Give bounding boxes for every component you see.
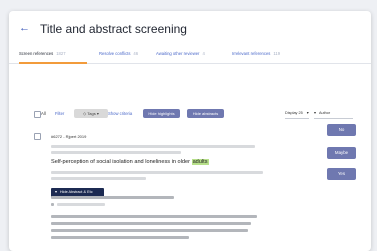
hide-abstracts-button[interactable]: Hide abstracts [187, 109, 224, 118]
tab-label: Resolve conflicts [99, 51, 131, 56]
tab-count: 46 [133, 51, 139, 56]
abstract-line [51, 236, 189, 239]
display-count-select[interactable]: Display 25 ▾ [285, 111, 309, 116]
sort-select[interactable]: ▾ Author [314, 111, 331, 116]
include-yes-button[interactable]: Yes [327, 168, 356, 180]
reference-title: Self-perception of social isolation and … [51, 159, 209, 166]
tab-count: 119 [273, 51, 281, 56]
exclude-no-button[interactable]: No [327, 124, 356, 136]
reference-toolbar: All Filter ◇ Tags ▾ Show criteria Hide h… [9, 109, 371, 120]
chevron-down-icon: ▾ [96, 111, 99, 116]
keyword-highlight: adults [191, 159, 209, 165]
select-all-checkbox[interactable] [34, 111, 41, 118]
abstract-line [51, 229, 248, 232]
tag-icon: ◇ [83, 111, 87, 116]
tab-label: Screen references [19, 51, 54, 56]
chevron-down-icon: ▾ [314, 111, 316, 115]
tags-label: Tags [87, 111, 96, 116]
back-arrow-icon[interactable]: ← [19, 23, 30, 34]
tab-resolve-conflicts[interactable]: Resolve conflicts 46 [99, 51, 139, 56]
abstract-heading-line [51, 196, 174, 199]
tab-label: Awaiting other reviewer [156, 51, 200, 56]
filter-button[interactable]: Filter [55, 111, 64, 116]
active-tab-indicator [19, 62, 87, 64]
page-header: ← Title and abstract screening [9, 11, 371, 47]
tab-count: 4 [202, 51, 205, 56]
metadata-line [51, 171, 263, 174]
authors-line [51, 145, 255, 148]
display-count-value: Display 25 [285, 111, 303, 115]
tab-awaiting-other-reviewer[interactable]: Awaiting other reviewer 4 [156, 51, 205, 56]
reference-checkbox[interactable] [34, 133, 41, 140]
metadata-line [51, 177, 146, 180]
screening-card: ← Title and abstract screening Screen re… [9, 11, 371, 251]
abstract-line [51, 222, 251, 225]
tab-irrelevant-references[interactable]: Irrelevant references 119 [232, 51, 281, 56]
abstract-marker [51, 203, 54, 206]
tab-label: Irrelevant references [232, 51, 271, 56]
select-all-label: All [41, 111, 46, 116]
abstract-line [51, 215, 257, 218]
abstract-line [57, 203, 105, 206]
display-select-underline [285, 118, 309, 119]
tags-dropdown[interactable]: ◇ Tags ▾ [74, 109, 108, 118]
tab-count: 1827 [56, 51, 66, 56]
chevron-down-icon: ▾ [306, 111, 309, 115]
reference-id: #6272 - Rjpert 2019 [51, 134, 87, 139]
hide-highlights-button[interactable]: Hide highlights [143, 109, 180, 118]
sort-select-underline [314, 118, 353, 119]
maybe-button[interactable]: Maybe [327, 147, 356, 159]
journal-line [51, 151, 181, 154]
hide-abstract-label: Hide Abstract & Etc [59, 190, 93, 194]
page-title: Title and abstract screening [40, 22, 187, 36]
sort-value: Author [318, 111, 331, 115]
tab-screen-references[interactable]: Screen references 1827 [19, 51, 66, 56]
reference-title-text: Self-perception of social isolation and … [51, 159, 190, 165]
show-criteria-button[interactable]: Show criteria [108, 111, 132, 116]
